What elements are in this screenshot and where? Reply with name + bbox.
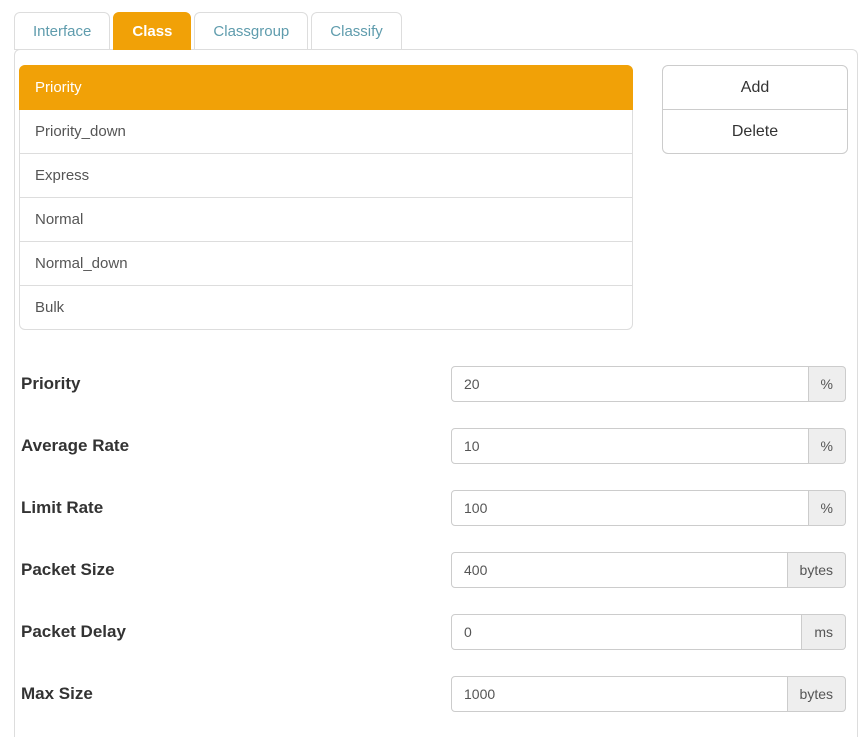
tab-classify[interactable]: Classify <box>311 12 402 50</box>
limit-rate-unit-addon: % <box>809 490 846 526</box>
list-item-normal[interactable]: Normal <box>20 198 632 242</box>
packet-delay-input[interactable] <box>451 614 802 650</box>
average-rate-input[interactable] <box>451 428 809 464</box>
packet-size-label: Packet Size <box>21 560 451 580</box>
packet-size-input[interactable] <box>451 552 788 588</box>
limit-rate-input[interactable] <box>451 490 809 526</box>
packet-delay-input-group: ms <box>451 614 846 650</box>
form-row-packet-delay: Packet Delay ms <box>21 614 846 650</box>
add-button[interactable]: Add <box>662 65 848 110</box>
tab-bar: Interface Class Classgroup Classify <box>14 12 858 49</box>
max-size-input[interactable] <box>451 676 788 712</box>
class-list-section: Priority Priority_down Express Normal No… <box>15 50 857 330</box>
tab-class[interactable]: Class <box>113 12 191 50</box>
qos-settings-page: Interface Class Classgroup Classify Prio… <box>14 12 858 737</box>
limit-rate-label: Limit Rate <box>21 498 451 518</box>
class-list: Priority Priority_down Express Normal No… <box>19 65 633 330</box>
delete-button[interactable]: Delete <box>662 109 848 154</box>
list-item-bulk[interactable]: Bulk <box>20 286 632 329</box>
form-row-packet-size: Packet Size bytes <box>21 552 846 588</box>
form-row-average-rate: Average Rate % <box>21 428 846 464</box>
list-item-priority[interactable]: Priority <box>19 65 633 110</box>
form-row-max-size: Max Size bytes <box>21 676 846 712</box>
max-size-label: Max Size <box>21 684 451 704</box>
average-rate-input-group: % <box>451 428 846 464</box>
max-size-input-group: bytes <box>451 676 846 712</box>
priority-label: Priority <box>21 374 451 394</box>
average-rate-label: Average Rate <box>21 436 451 456</box>
priority-unit-addon: % <box>809 366 846 402</box>
tab-interface[interactable]: Interface <box>14 12 110 50</box>
class-settings-form: Priority % Average Rate % Limit Rate % <box>15 366 857 712</box>
form-row-limit-rate: Limit Rate % <box>21 490 846 526</box>
priority-input[interactable] <box>451 366 809 402</box>
list-item-express[interactable]: Express <box>20 154 632 198</box>
list-item-priority-down[interactable]: Priority_down <box>20 110 632 154</box>
tab-content-panel: Priority Priority_down Express Normal No… <box>14 49 858 737</box>
list-item-normal-down[interactable]: Normal_down <box>20 242 632 286</box>
form-row-priority: Priority % <box>21 366 846 402</box>
packet-delay-label: Packet Delay <box>21 622 451 642</box>
packet-size-unit-addon: bytes <box>788 552 846 588</box>
packet-delay-unit-addon: ms <box>802 614 846 650</box>
max-size-unit-addon: bytes <box>788 676 846 712</box>
packet-size-input-group: bytes <box>451 552 846 588</box>
average-rate-unit-addon: % <box>809 428 846 464</box>
limit-rate-input-group: % <box>451 490 846 526</box>
priority-input-group: % <box>451 366 846 402</box>
list-action-buttons: Add Delete <box>662 65 848 330</box>
tab-classgroup[interactable]: Classgroup <box>194 12 308 50</box>
